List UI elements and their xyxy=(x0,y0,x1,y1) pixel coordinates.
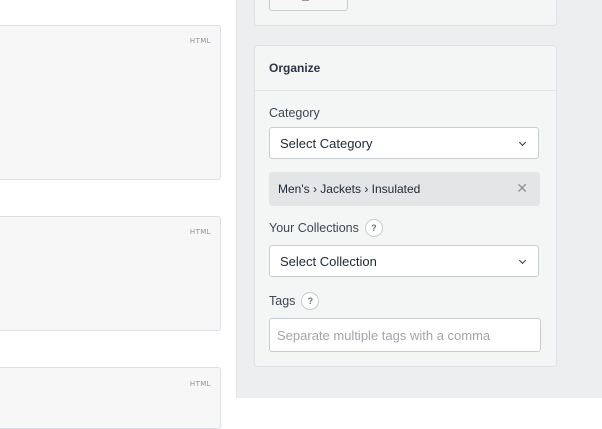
product-content-pane: HTML HTML HTML xyxy=(0,0,236,429)
html-mode-label: HTML xyxy=(189,380,211,388)
category-select[interactable]: Select Category xyxy=(269,127,539,159)
previous-card-button[interactable] xyxy=(269,0,348,11)
previous-card xyxy=(254,0,557,26)
html-editor-2[interactable]: HTML xyxy=(0,216,221,331)
organize-card: Organize Category Select Category Men's … xyxy=(254,45,557,367)
category-select-value: Select Category xyxy=(280,135,373,151)
tags-label: Tags ? xyxy=(269,292,320,310)
collections-label: Your Collections ? xyxy=(269,219,383,237)
collection-select-value: Select Collection xyxy=(280,253,377,269)
chevron-down-icon xyxy=(518,138,527,147)
category-label-text: Category xyxy=(269,106,320,120)
html-editor-1[interactable]: HTML xyxy=(0,25,221,180)
collections-help-icon[interactable]: ? xyxy=(364,219,383,237)
category-label: Category xyxy=(269,106,320,120)
html-editor-3[interactable]: HTML xyxy=(0,367,221,429)
tags-label-text: Tags xyxy=(269,294,296,308)
close-icon[interactable]: ✕ xyxy=(516,181,528,195)
button-glyph-icon xyxy=(302,0,309,1)
html-mode-label: HTML xyxy=(189,228,211,236)
sidebar-pane: Organize Category Select Category Men's … xyxy=(236,0,602,398)
collection-select[interactable]: Select Collection xyxy=(269,245,539,277)
tags-input[interactable] xyxy=(269,318,541,352)
selected-category-chip: Men's › Jackets › Insulated ✕ xyxy=(269,172,540,206)
chevron-down-icon xyxy=(518,256,527,265)
selected-category-path: Men's › Jackets › Insulated xyxy=(278,182,421,196)
html-mode-label: HTML xyxy=(189,37,211,45)
organize-card-title: Organize xyxy=(255,46,556,91)
tags-help-icon[interactable]: ? xyxy=(301,292,320,310)
collections-label-text: Your Collections xyxy=(269,221,359,235)
